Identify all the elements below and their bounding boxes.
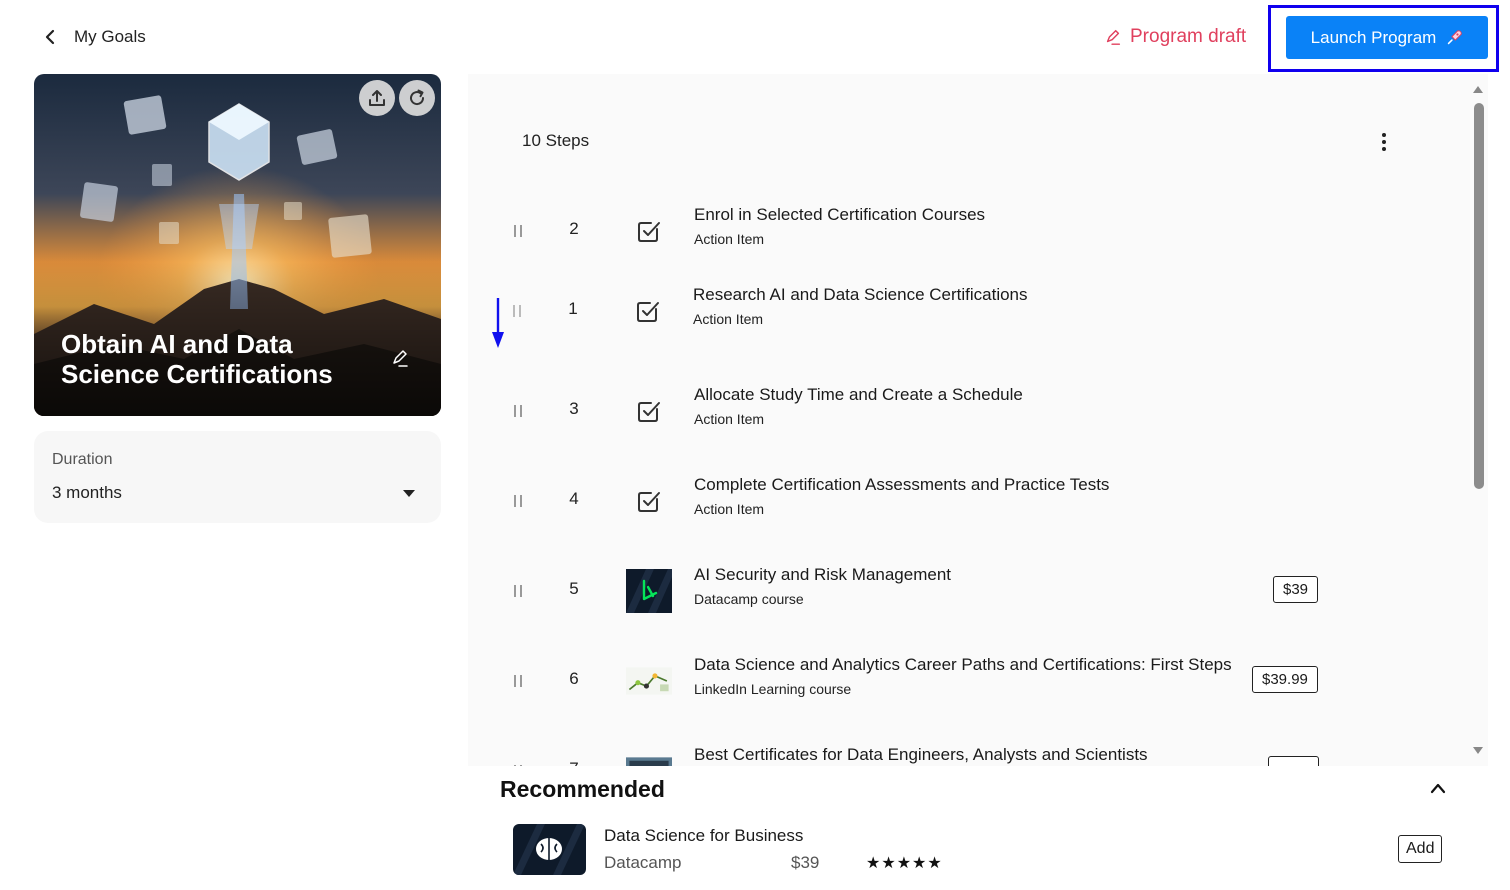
more-options-icon[interactable] xyxy=(1376,132,1392,152)
drag-handle-icon[interactable] xyxy=(512,673,524,689)
step-number: 2 xyxy=(569,219,579,238)
step-row[interactable]: 2 Enrol in Selected Certification Course… xyxy=(468,201,1488,261)
step-number: 3 xyxy=(569,399,579,418)
step-number: 4 xyxy=(569,489,579,508)
steps-panel: 10 Steps 2 Enrol in Selected Certificati… xyxy=(468,74,1488,890)
step-title: AI Security and Risk Management xyxy=(694,565,952,584)
check-icon xyxy=(637,302,659,322)
scroll-up-arrow-icon[interactable] xyxy=(1472,84,1484,94)
recommended-provider: Datacamp xyxy=(604,853,682,872)
step-title: Data Science and Analytics Career Paths … xyxy=(694,655,1232,674)
step-number: 6 xyxy=(569,669,579,688)
step-row[interactable]: 1 Research AI and Data Science Certifica… xyxy=(468,281,1487,341)
draft-edit-icon xyxy=(1106,29,1121,45)
goal-hero-card: Obtain AI and Data Science Certification… xyxy=(34,74,441,416)
duration-select[interactable]: Duration 3 months xyxy=(34,431,441,523)
step-row[interactable]: 6 Data Science and Analytics Career Path… xyxy=(468,651,1488,711)
regenerate-button[interactable] xyxy=(399,80,435,116)
chevron-left-icon xyxy=(45,29,55,45)
upload-icon xyxy=(369,90,385,106)
price-tag: $39 xyxy=(1273,576,1319,603)
drag-handle-icon[interactable] xyxy=(512,583,524,599)
steps-count: 10 Steps xyxy=(522,131,590,150)
drag-handle-icon[interactable] xyxy=(511,303,523,319)
edit-title-icon[interactable] xyxy=(390,348,410,368)
check-icon xyxy=(638,402,660,422)
check-icon xyxy=(638,222,660,242)
drag-direction-arrow-icon xyxy=(492,298,504,348)
chevron-up-icon[interactable] xyxy=(1430,782,1446,794)
recommended-section: Recommended Data Science for Business Da… xyxy=(468,766,1488,890)
scrollbar-thumb[interactable] xyxy=(1474,103,1484,489)
step-title: Complete Certification Assessments and P… xyxy=(694,475,1110,494)
add-button[interactable]: Add xyxy=(1398,835,1443,863)
step-row[interactable]: 5 AI Security and Risk Management Dataca… xyxy=(468,561,1488,621)
program-draft-label: Program draft xyxy=(1130,26,1247,47)
linkedin-course-thumbnail xyxy=(626,667,672,695)
recommended-heading: Recommended xyxy=(500,776,665,802)
brain-icon xyxy=(513,824,586,875)
step-subtitle: Datacamp course xyxy=(694,591,804,607)
upload-button[interactable] xyxy=(359,80,395,116)
step-subtitle: LinkedIn Learning course xyxy=(694,681,852,697)
refresh-icon xyxy=(410,89,425,106)
step-number: 5 xyxy=(569,579,579,598)
step-title: Enrol in Selected Certification Courses xyxy=(694,205,986,224)
recommended-title[interactable]: Data Science for Business xyxy=(604,826,803,846)
scroll-down-arrow-icon[interactable] xyxy=(1472,746,1484,756)
duration-label: Duration xyxy=(52,451,113,468)
rating-stars: ★★★★★ xyxy=(866,855,943,872)
datacamp-course-thumbnail xyxy=(626,569,672,613)
caret-down-icon xyxy=(403,490,415,497)
step-row[interactable]: 3 Allocate Study Time and Create a Sched… xyxy=(468,381,1488,441)
drag-handle-icon[interactable] xyxy=(512,223,524,239)
rocket-icon xyxy=(1448,30,1463,45)
back-button[interactable]: My Goals xyxy=(40,24,146,50)
step-subtitle: Action Item xyxy=(694,411,765,427)
program-draft-button[interactable]: Program draft xyxy=(1104,26,1246,48)
launch-program-button[interactable]: Launch Program xyxy=(1286,16,1488,59)
goal-title: Obtain AI and Data Science Certification… xyxy=(61,329,333,389)
check-icon xyxy=(638,492,660,512)
step-subtitle: Action Item xyxy=(693,311,764,327)
step-title: Research AI and Data Science Certificati… xyxy=(693,285,1028,304)
step-title: Best Certificates for Data Engineers, An… xyxy=(694,745,1148,764)
step-number: 1 xyxy=(568,299,578,318)
back-label: My Goals xyxy=(74,27,146,46)
recommended-thumbnail xyxy=(513,824,586,875)
drag-handle-icon[interactable] xyxy=(512,493,524,509)
recommended-price: $39 xyxy=(791,853,820,872)
drag-handle-icon[interactable] xyxy=(512,403,524,419)
duration-value: 3 months xyxy=(52,483,122,502)
step-subtitle: Action Item xyxy=(694,231,765,247)
launch-program-label: Launch Program xyxy=(1310,27,1437,47)
price-tag: $39.99 xyxy=(1252,666,1318,693)
step-subtitle: Action Item xyxy=(694,501,765,517)
step-row[interactable]: 4 Complete Certification Assessments and… xyxy=(468,471,1488,531)
step-title: Allocate Study Time and Create a Schedul… xyxy=(694,385,1023,404)
